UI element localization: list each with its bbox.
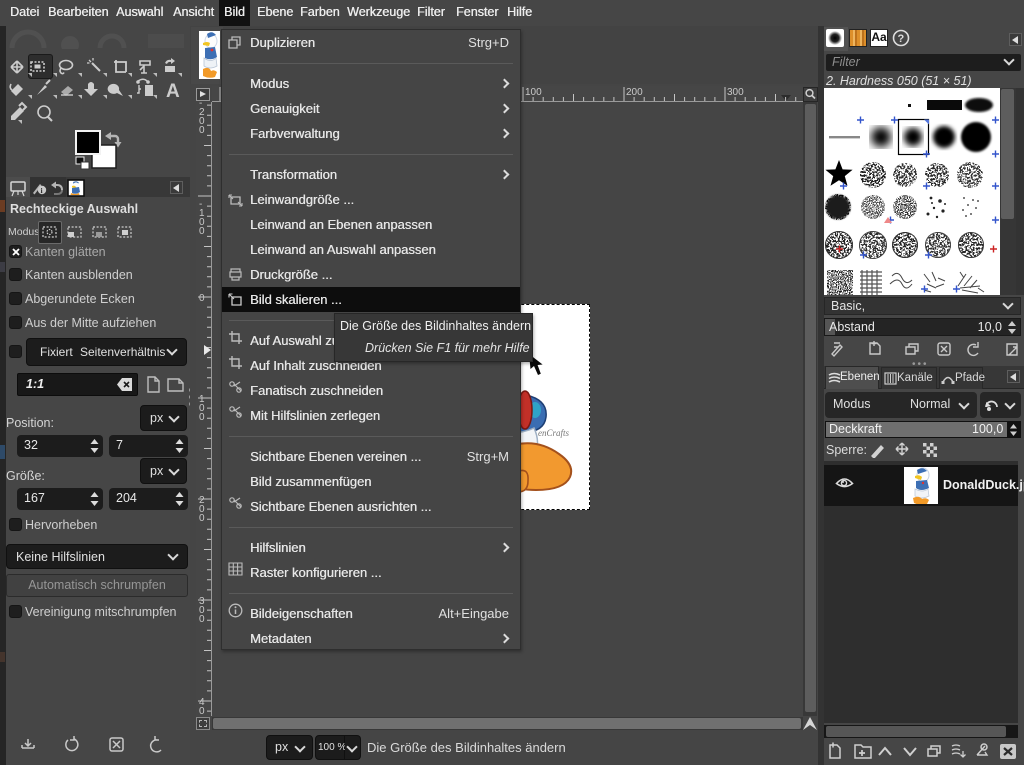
svg-text:0: 0 bbox=[199, 125, 205, 136]
svg-text:?: ? bbox=[898, 33, 905, 45]
svg-text:0: 0 bbox=[199, 412, 205, 423]
svg-text:0: 0 bbox=[199, 293, 205, 304]
svg-text:0: 0 bbox=[199, 513, 205, 524]
svg-text:0: 0 bbox=[199, 226, 205, 237]
svg-text:A: A bbox=[166, 81, 180, 102]
svg-text:0: 0 bbox=[199, 706, 205, 716]
svg-text:0: 0 bbox=[199, 614, 205, 625]
svg-text:enCrafts: enCrafts bbox=[538, 428, 570, 438]
svg-text:i: i bbox=[41, 187, 43, 195]
